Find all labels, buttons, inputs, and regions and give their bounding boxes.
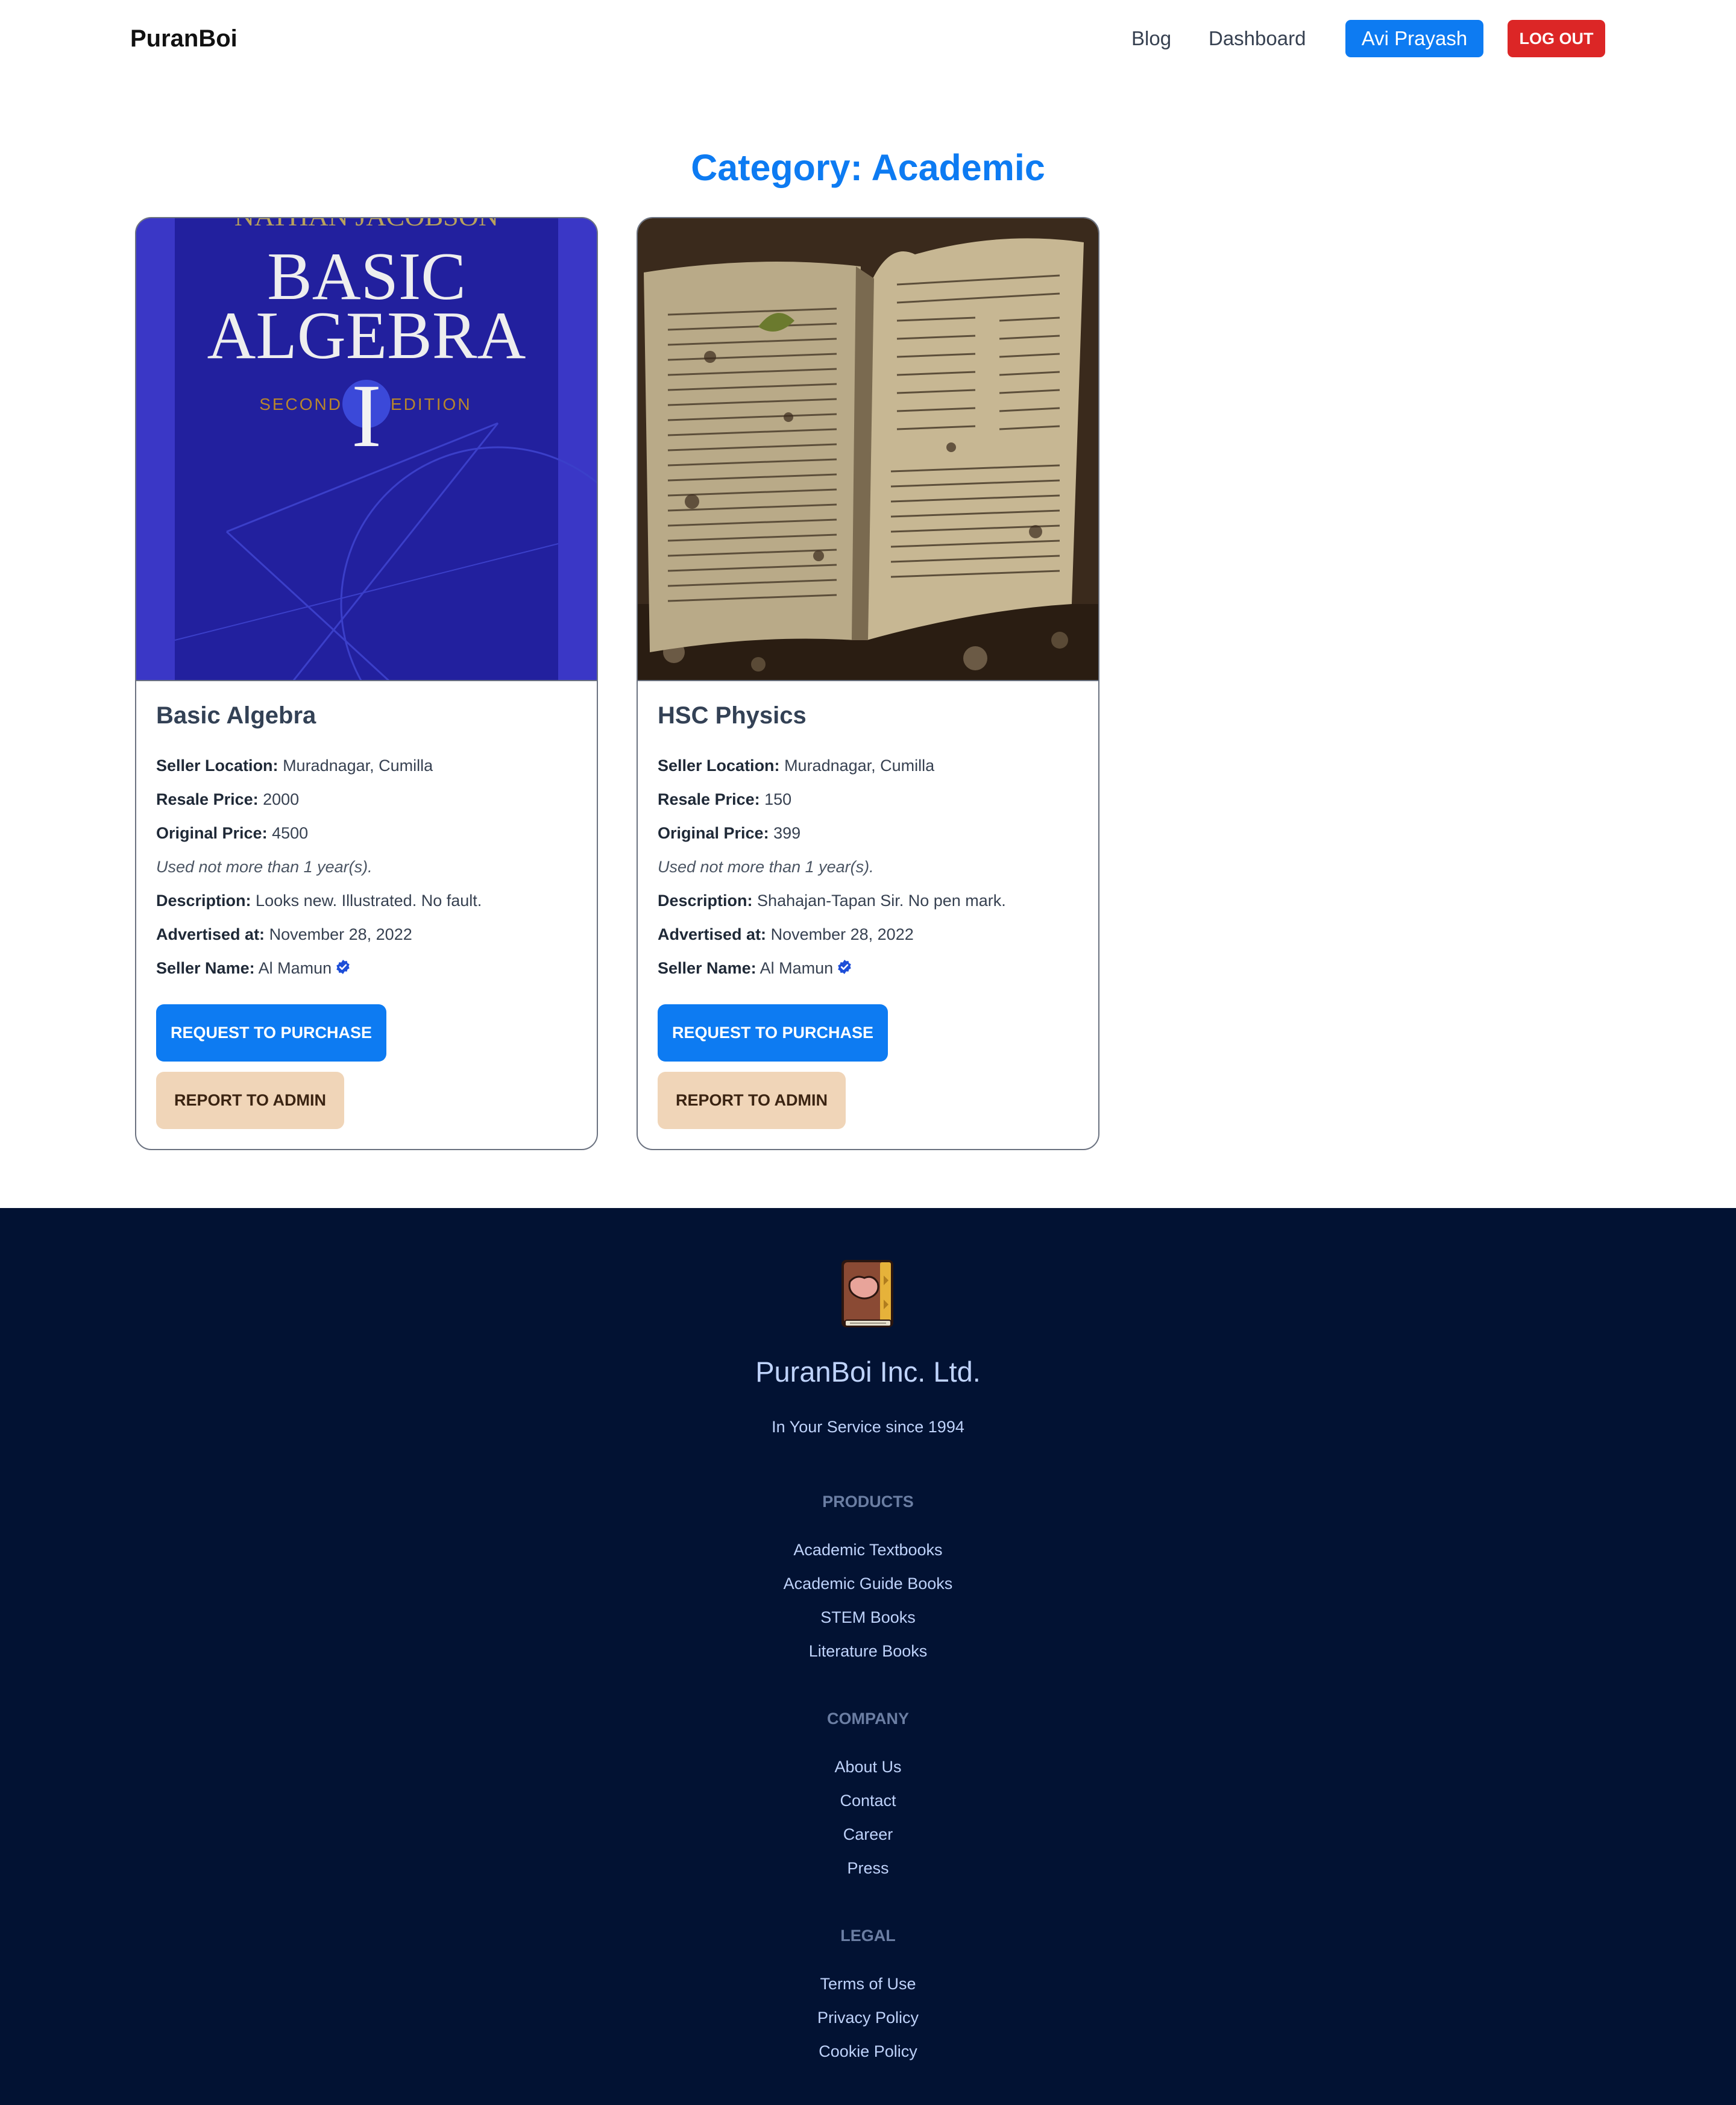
- footer-heading-legal: LEGAL: [840, 1927, 896, 1945]
- verified-badge-icon: [335, 952, 351, 986]
- logout-button[interactable]: LOG OUT: [1508, 20, 1605, 57]
- advertised-at-value: November 28, 2022: [770, 925, 914, 943]
- seller-name-row: Seller Name: Al Mamun: [156, 951, 578, 986]
- resale-price-label: Resale Price:: [658, 790, 760, 808]
- footer-link-career[interactable]: Career: [0, 1817, 1736, 1851]
- footer-link-academic-guide-books[interactable]: Academic Guide Books: [0, 1567, 1736, 1600]
- book-card: NATHAN JACOBSON BASIC ALGEBRA SECOND EDI…: [135, 217, 598, 1150]
- seller-name-label: Seller Name:: [156, 959, 255, 977]
- book-photo-image: [638, 218, 1098, 681]
- card-body: HSC Physics Seller Location: Muradnagar,…: [658, 700, 1080, 986]
- footer-link-literature-books[interactable]: Literature Books: [0, 1634, 1736, 1668]
- cover-title-line2: ALGEBRA: [207, 298, 526, 373]
- page-title: Category: Academic: [691, 147, 1045, 188]
- book-title: HSC Physics: [658, 702, 807, 729]
- seller-name-value: Al Mamun: [258, 959, 332, 977]
- description-row: Description: Shahajan-Tapan Sir. No pen …: [658, 884, 1080, 917]
- footer-section-products: PRODUCTS Academic Textbooks Academic Gui…: [0, 1490, 1736, 1668]
- usage-text: Used not more than 1 year(s).: [658, 858, 874, 876]
- original-price-label: Original Price:: [658, 824, 769, 842]
- cover-numeral: I: [351, 366, 382, 466]
- cover-edition-left: SECOND: [259, 395, 342, 414]
- seller-location-label: Seller Location:: [156, 757, 278, 775]
- resale-price-label: Resale Price:: [156, 790, 259, 808]
- cover-author-text: NATHAN JACOBSON: [234, 218, 498, 231]
- seller-location-value: Muradnagar, Cumilla: [283, 757, 433, 775]
- advertised-at-row: Advertised at: November 28, 2022: [156, 917, 578, 951]
- seller-name-row: Seller Name: Al Mamun: [658, 951, 1080, 986]
- seller-location-value: Muradnagar, Cumilla: [784, 757, 935, 775]
- seller-location-row: Seller Location: Muradnagar, Cumilla: [658, 749, 1080, 782]
- original-price-label: Original Price:: [156, 824, 268, 842]
- report-to-admin-button[interactable]: REPORT TO ADMIN: [658, 1072, 846, 1129]
- description-value: Looks new. Illustrated. No fault.: [256, 892, 482, 910]
- advertised-at-value: November 28, 2022: [269, 925, 412, 943]
- user-profile-button[interactable]: Avi Prayash: [1345, 20, 1483, 57]
- footer-link-stem-books[interactable]: STEM Books: [0, 1600, 1736, 1634]
- original-price-row: Original Price: 4500: [156, 816, 578, 850]
- footer-link-terms-of-use[interactable]: Terms of Use: [0, 1967, 1736, 2001]
- seller-name-label: Seller Name:: [658, 959, 756, 977]
- footer-link-press[interactable]: Press: [0, 1851, 1736, 1885]
- resale-price-row: Resale Price: 2000: [156, 782, 578, 816]
- advertised-at-row: Advertised at: November 28, 2022: [658, 917, 1080, 951]
- nav-link-blog[interactable]: Blog: [1131, 24, 1171, 53]
- resale-price-row: Resale Price: 150: [658, 782, 1080, 816]
- footer-link-privacy-policy[interactable]: Privacy Policy: [0, 2001, 1736, 2034]
- original-price-row: Original Price: 399: [658, 816, 1080, 850]
- seller-name-value: Al Mamun: [760, 959, 834, 977]
- resale-price-value: 150: [764, 790, 792, 808]
- footer-link-contact[interactable]: Contact: [0, 1784, 1736, 1817]
- footer-section-legal: LEGAL Terms of Use Privacy Policy Cookie…: [0, 1924, 1736, 2068]
- description-label: Description:: [658, 892, 753, 910]
- cover-edition-right: EDITION: [391, 395, 472, 414]
- seller-location-row: Seller Location: Muradnagar, Cumilla: [156, 749, 578, 782]
- company-tagline: In Your Service since 1994: [772, 1418, 964, 1436]
- usage-text: Used not more than 1 year(s).: [156, 858, 373, 876]
- footer-section-company: COMPANY About Us Contact Career Press: [0, 1707, 1736, 1885]
- footer-link-cookie-policy[interactable]: Cookie Policy: [0, 2034, 1736, 2068]
- verified-badge-icon: [837, 952, 852, 986]
- footer-heading-products: PRODUCTS: [822, 1493, 914, 1511]
- book-icon: [838, 1257, 898, 1332]
- resale-price-value: 2000: [263, 790, 300, 808]
- brand-logo[interactable]: PuranBoi: [130, 24, 237, 53]
- original-price-value: 399: [773, 824, 801, 842]
- advertised-at-label: Advertised at:: [156, 925, 265, 943]
- navbar: PuranBoi Blog Dashboard Avi Prayash LOG …: [0, 0, 1736, 77]
- original-price-value: 4500: [272, 824, 309, 842]
- footer-link-academic-textbooks[interactable]: Academic Textbooks: [0, 1533, 1736, 1567]
- book-title: Basic Algebra: [156, 702, 316, 729]
- nav-link-dashboard[interactable]: Dashboard: [1209, 24, 1306, 53]
- seller-location-label: Seller Location:: [658, 757, 780, 775]
- footer-link-about-us[interactable]: About Us: [0, 1750, 1736, 1784]
- book-cover-image: NATHAN JACOBSON BASIC ALGEBRA SECOND EDI…: [136, 218, 597, 681]
- footer-heading-company: COMPANY: [826, 1710, 909, 1728]
- card-body: Basic Algebra Seller Location: Muradnaga…: [156, 700, 578, 986]
- request-to-purchase-button[interactable]: REQUEST TO PURCHASE: [156, 1004, 386, 1062]
- company-name: PuranBoi Inc. Ltd.: [755, 1356, 981, 1388]
- description-label: Description:: [156, 892, 251, 910]
- book-card: HSC Physics Seller Location: Muradnagar,…: [637, 217, 1099, 1150]
- footer: PuranBoi Inc. Ltd. In Your Service since…: [0, 1208, 1736, 2105]
- report-to-admin-button[interactable]: REPORT TO ADMIN: [156, 1072, 344, 1129]
- description-value: Shahajan-Tapan Sir. No pen mark.: [757, 892, 1006, 910]
- request-to-purchase-button[interactable]: REQUEST TO PURCHASE: [658, 1004, 888, 1062]
- description-row: Description: Looks new. Illustrated. No …: [156, 884, 578, 917]
- advertised-at-label: Advertised at:: [658, 925, 767, 943]
